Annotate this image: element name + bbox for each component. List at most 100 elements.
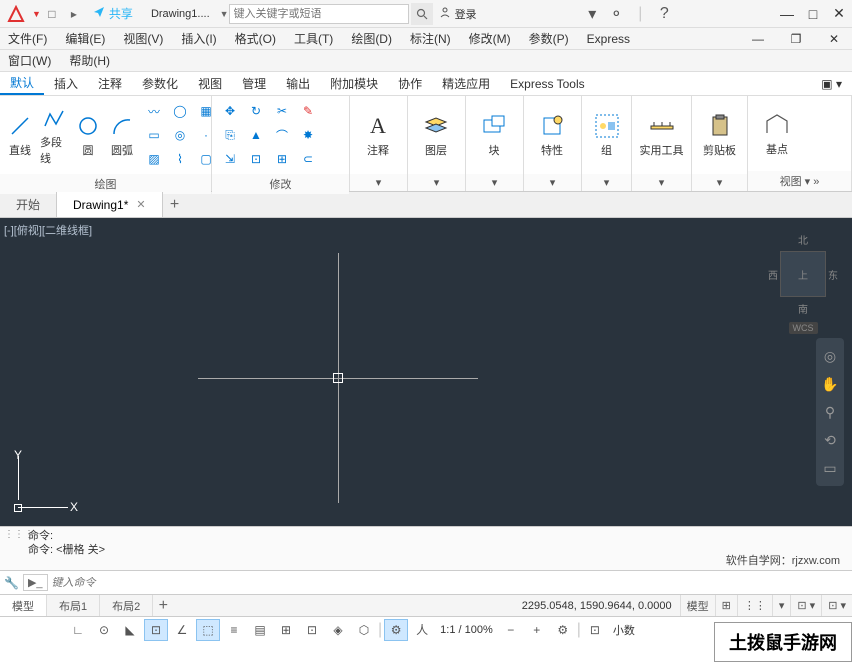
new-tab-button[interactable]: + <box>163 196 187 214</box>
tab-featured[interactable]: 精选应用 <box>432 72 500 95</box>
search-button[interactable] <box>411 3 433 25</box>
menu-draw[interactable]: 绘图(D) <box>351 30 392 47</box>
doc-close[interactable]: ✕ <box>824 32 844 46</box>
menu-window[interactable]: 窗口(W) <box>8 52 51 69</box>
drop3[interactable]: ⊡ ▾ <box>821 595 852 616</box>
menu-insert[interactable]: 插入(I) <box>181 30 216 47</box>
grid-toggle[interactable]: ⊞ <box>715 595 737 616</box>
zoom-in-icon[interactable]: + <box>525 619 549 641</box>
move-icon[interactable]: ✥ <box>218 100 242 122</box>
mirror-icon[interactable]: ▲ <box>244 124 268 146</box>
share-button[interactable]: 共享 <box>93 5 133 22</box>
maximize-button[interactable]: □ <box>800 1 826 27</box>
grip-icon[interactable]: ⋮⋮⋮ <box>4 529 34 540</box>
tpy-icon[interactable]: ▤ <box>248 619 272 641</box>
tool-line[interactable]: 直线 <box>6 112 34 158</box>
array-icon[interactable]: ⊞ <box>270 148 294 170</box>
ortho-icon[interactable]: ∟ <box>66 619 90 641</box>
zoom-out-icon[interactable]: − <box>499 619 523 641</box>
panel-util-drop[interactable]: ▾ <box>632 174 691 191</box>
help-icon[interactable]: ? <box>652 5 676 23</box>
tool-polyline[interactable]: 多段线 <box>40 104 68 166</box>
menu-file[interactable]: 文件(F) <box>8 30 47 47</box>
panel-layer-drop[interactable]: ▾ <box>408 174 465 191</box>
viewport-info[interactable]: [-][俯视][二维线框] <box>4 222 92 238</box>
gear-icon[interactable]: ⚙ <box>551 619 575 641</box>
tool-text[interactable]: A 注释 <box>356 112 400 158</box>
tab-default[interactable]: 默认 <box>0 72 44 95</box>
ellipse-icon[interactable]: ◯ <box>168 100 192 122</box>
ws-icon[interactable]: ⚙ <box>384 619 408 641</box>
scale-text[interactable]: 1:1 / 100% <box>436 624 497 636</box>
menu-help[interactable]: 帮助(H) <box>69 52 110 69</box>
tab-drawing1[interactable]: Drawing1*✕ <box>57 192 163 217</box>
tab-start[interactable]: 开始 <box>0 192 57 217</box>
helix-icon[interactable]: ⌇ <box>168 148 192 170</box>
region-icon[interactable]: ▨ <box>142 148 166 170</box>
drop2[interactable]: ⊡ ▾ <box>790 595 821 616</box>
new-icon[interactable]: □ <box>41 3 63 25</box>
otrack-icon[interactable]: ∠ <box>170 619 194 641</box>
menu-modify[interactable]: 修改(M) <box>469 30 511 47</box>
tab-output[interactable]: 输出 <box>276 72 320 95</box>
cart-icon[interactable]: ▾ <box>580 4 604 24</box>
copy-icon[interactable]: ⎘ <box>218 124 242 146</box>
tab-manage[interactable]: 管理 <box>232 72 276 95</box>
ribbon-expand[interactable]: ▣ ▾ <box>811 72 852 95</box>
stretch-icon[interactable]: ⇲ <box>218 148 242 170</box>
tab-insert[interactable]: 插入 <box>44 72 88 95</box>
tab-view[interactable]: 视图 <box>188 72 232 95</box>
tool-prop[interactable]: 特性 <box>530 112 574 158</box>
rect-icon[interactable]: ▭ <box>142 124 166 146</box>
doc-restore[interactable]: ❐ <box>786 32 806 46</box>
pan-icon[interactable]: ✋ <box>820 374 840 394</box>
spline-icon[interactable]: 〰 <box>142 100 166 122</box>
modelspace-button[interactable]: 模型 <box>680 595 715 616</box>
am-icon[interactable]: ◈ <box>326 619 350 641</box>
tab-layout1[interactable]: 布局1 <box>47 595 100 616</box>
tab-express[interactable]: Express Tools <box>500 72 594 95</box>
panel-clip-drop[interactable]: ▾ <box>692 174 747 191</box>
tab-collab[interactable]: 协作 <box>388 72 432 95</box>
explode-icon[interactable]: ✸ <box>296 124 320 146</box>
rotate-icon[interactable]: ↻ <box>244 100 268 122</box>
tab-addon[interactable]: 附加模块 <box>320 72 388 95</box>
panel-prop-drop[interactable]: ▾ <box>524 174 581 191</box>
3d-icon[interactable]: ⬡ <box>352 619 376 641</box>
close-button[interactable]: ✕ <box>826 1 852 27</box>
tool-block[interactable]: 块 <box>472 112 516 158</box>
lwt-icon[interactable]: ≡ <box>222 619 246 641</box>
fillet-icon[interactable]: ⌒ <box>270 124 294 146</box>
erase-icon[interactable]: ✎ <box>296 100 320 122</box>
new-layout-button[interactable]: + <box>153 597 173 615</box>
tool-circle[interactable]: 圆 <box>74 112 102 158</box>
tool-clip[interactable]: 剪贴板 <box>698 112 741 158</box>
customize-icon[interactable]: 🔧 <box>4 576 19 590</box>
panel-group-drop[interactable]: ▾ <box>582 174 631 191</box>
panel-base-label[interactable]: 视图 ▾ » <box>748 171 851 191</box>
zoom-icon[interactable]: ⚲ <box>820 402 840 422</box>
menu-view[interactable]: 视图(V) <box>123 30 163 47</box>
network-icon[interactable]: ⚬ <box>604 4 628 24</box>
panel-modify-label[interactable]: 修改 <box>212 174 349 194</box>
tab-annotate[interactable]: 注释 <box>88 72 132 95</box>
dyn-icon[interactable]: ⬚ <box>196 619 220 641</box>
tool-arc[interactable]: 圆弧 <box>108 112 136 158</box>
tool-layer[interactable]: 图层 <box>414 112 458 158</box>
wcs-label[interactable]: WCS <box>789 322 818 334</box>
panel-draw-label[interactable]: 绘图 <box>0 174 211 194</box>
tool-base[interactable]: 基点 <box>754 111 800 157</box>
as-icon[interactable]: 人 <box>410 619 434 641</box>
iso-icon[interactable]: ◣ <box>118 619 142 641</box>
orbit-icon[interactable]: ⟲ <box>820 430 840 450</box>
menu-dimension[interactable]: 标注(N) <box>410 30 451 47</box>
trim-icon[interactable]: ✂ <box>270 100 294 122</box>
menu-edit[interactable]: 编辑(E) <box>65 30 105 47</box>
units-icon[interactable]: ⊡ <box>583 619 607 641</box>
view-cube[interactable]: 北 西 上 东 南 WCS <box>768 232 838 334</box>
panel-annotate-drop[interactable]: ▾ <box>350 174 407 191</box>
donut-icon[interactable]: ◎ <box>168 124 192 146</box>
tool-group[interactable]: 组 <box>588 112 625 158</box>
snap-toggle[interactable]: ⋮⋮ <box>737 595 772 616</box>
cube-face[interactable]: 上 <box>780 251 826 297</box>
